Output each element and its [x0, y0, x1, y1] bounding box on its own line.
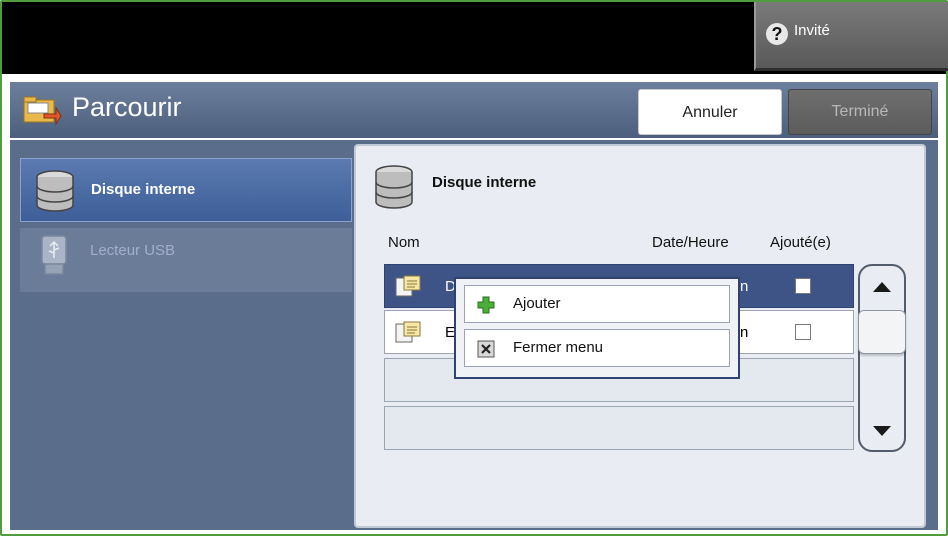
close-icon	[477, 340, 495, 358]
sidebar-item-label: Disque interne	[91, 181, 196, 198]
menu-item-add[interactable]: Ajouter	[464, 285, 730, 323]
panel-title: Disque interne	[432, 174, 537, 191]
sidebar-item-label: Lecteur USB	[90, 242, 176, 259]
added-checkbox[interactable]	[795, 278, 811, 294]
top-status-bar: ? Invité	[2, 2, 948, 74]
list-scrollbar[interactable]	[858, 264, 906, 452]
column-header-date: Date/Heure	[652, 234, 729, 251]
menu-item-label: Fermer menu	[513, 339, 604, 356]
usb-drive-icon	[41, 235, 67, 275]
document-icon	[395, 275, 421, 297]
page-title: Parcourir	[72, 92, 182, 122]
scroll-down-icon[interactable]	[860, 412, 904, 450]
menu-item-label: Ajouter	[513, 295, 561, 312]
title-bar: Parcourir Annuler Terminé	[10, 82, 938, 138]
cancel-button[interactable]: Annuler	[638, 89, 782, 135]
sidebar-item-usb-drive[interactable]: Lecteur USB	[20, 228, 352, 292]
context-menu: Ajouter Fermer menu	[454, 277, 740, 379]
added-checkbox[interactable]	[795, 324, 811, 340]
column-header-name: Nom	[388, 234, 420, 251]
done-button[interactable]: Terminé	[788, 89, 932, 135]
hard-drive-icon	[375, 165, 413, 209]
menu-item-close[interactable]: Fermer menu	[464, 329, 730, 367]
guest-button[interactable]: ? Invité	[754, 2, 948, 71]
file-date: n	[740, 278, 749, 295]
document-icon	[395, 321, 421, 343]
folder-browse-icon	[23, 96, 62, 126]
scroll-up-icon[interactable]	[860, 266, 904, 306]
guest-label: Invité	[794, 22, 830, 39]
plus-icon	[477, 296, 495, 314]
scroll-thumb[interactable]	[858, 310, 906, 354]
help-question-icon: ?	[766, 23, 788, 45]
table-row-empty	[384, 406, 854, 450]
column-header-added: Ajouté(e)	[770, 234, 831, 251]
sidebar-item-internal-disk[interactable]: Disque interne	[20, 158, 352, 222]
file-date: n	[740, 324, 749, 341]
hard-drive-icon	[36, 170, 74, 212]
